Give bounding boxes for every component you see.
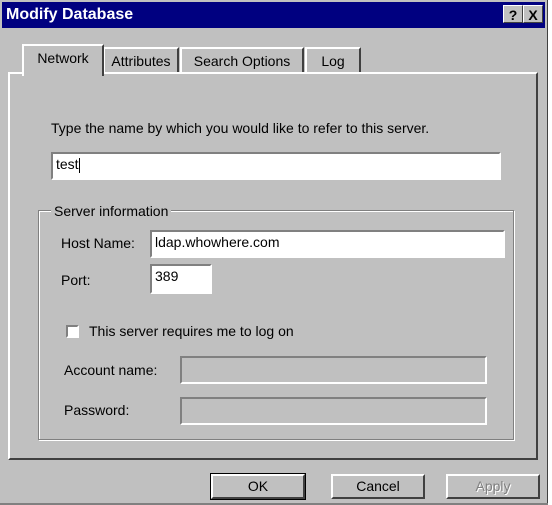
text-caret: [78, 157, 80, 173]
tab-attributes-label: Attributes: [111, 53, 171, 69]
tab-log[interactable]: Log: [305, 47, 361, 73]
password-label: Password:: [64, 402, 130, 418]
host-name-input[interactable]: ldap.whowhere.com: [150, 230, 505, 258]
display-name-input[interactable]: test: [51, 152, 501, 180]
tab-search-options[interactable]: Search Options: [180, 47, 304, 73]
logon-required-label: This server requires me to log on: [89, 323, 294, 339]
host-name-value: ldap.whowhere.com: [155, 234, 280, 250]
tab-network-label: Network: [37, 50, 89, 66]
port-label: Port:: [61, 272, 91, 288]
tab-search-options-label: Search Options: [193, 53, 291, 69]
tab-network[interactable]: Network: [22, 44, 104, 76]
port-value: 389: [155, 268, 179, 284]
apply-button-label: Apply: [475, 478, 511, 494]
tab-attributes[interactable]: Attributes: [103, 47, 179, 73]
ok-button-label: OK: [247, 478, 269, 494]
title-bar[interactable]: Modify Database ? X: [2, 2, 545, 28]
port-input[interactable]: 389: [150, 264, 212, 294]
account-name-label: Account name:: [64, 362, 158, 378]
logon-required-checkbox[interactable]: [66, 325, 79, 338]
help-icon: ?: [508, 7, 518, 23]
ok-button[interactable]: OK: [210, 473, 306, 500]
close-button[interactable]: X: [523, 5, 543, 23]
account-name-input[interactable]: [180, 356, 487, 384]
modify-database-dialog: Modify Database ? X Network Attributes S…: [0, 0, 548, 505]
cancel-button[interactable]: Cancel: [331, 474, 425, 499]
help-button[interactable]: ?: [503, 5, 523, 23]
apply-button[interactable]: Apply: [446, 474, 540, 499]
display-name-value: test: [56, 156, 79, 172]
display-name-prompt: Type the name by which you would like to…: [51, 120, 430, 136]
tab-log-label: Log: [321, 53, 345, 69]
host-name-label: Host Name:: [61, 235, 135, 251]
window-title: Modify Database: [6, 6, 134, 23]
close-icon: X: [528, 7, 538, 23]
server-information-legend: Server information: [51, 203, 172, 219]
cancel-button-label: Cancel: [356, 478, 400, 494]
password-input[interactable]: [180, 397, 487, 425]
